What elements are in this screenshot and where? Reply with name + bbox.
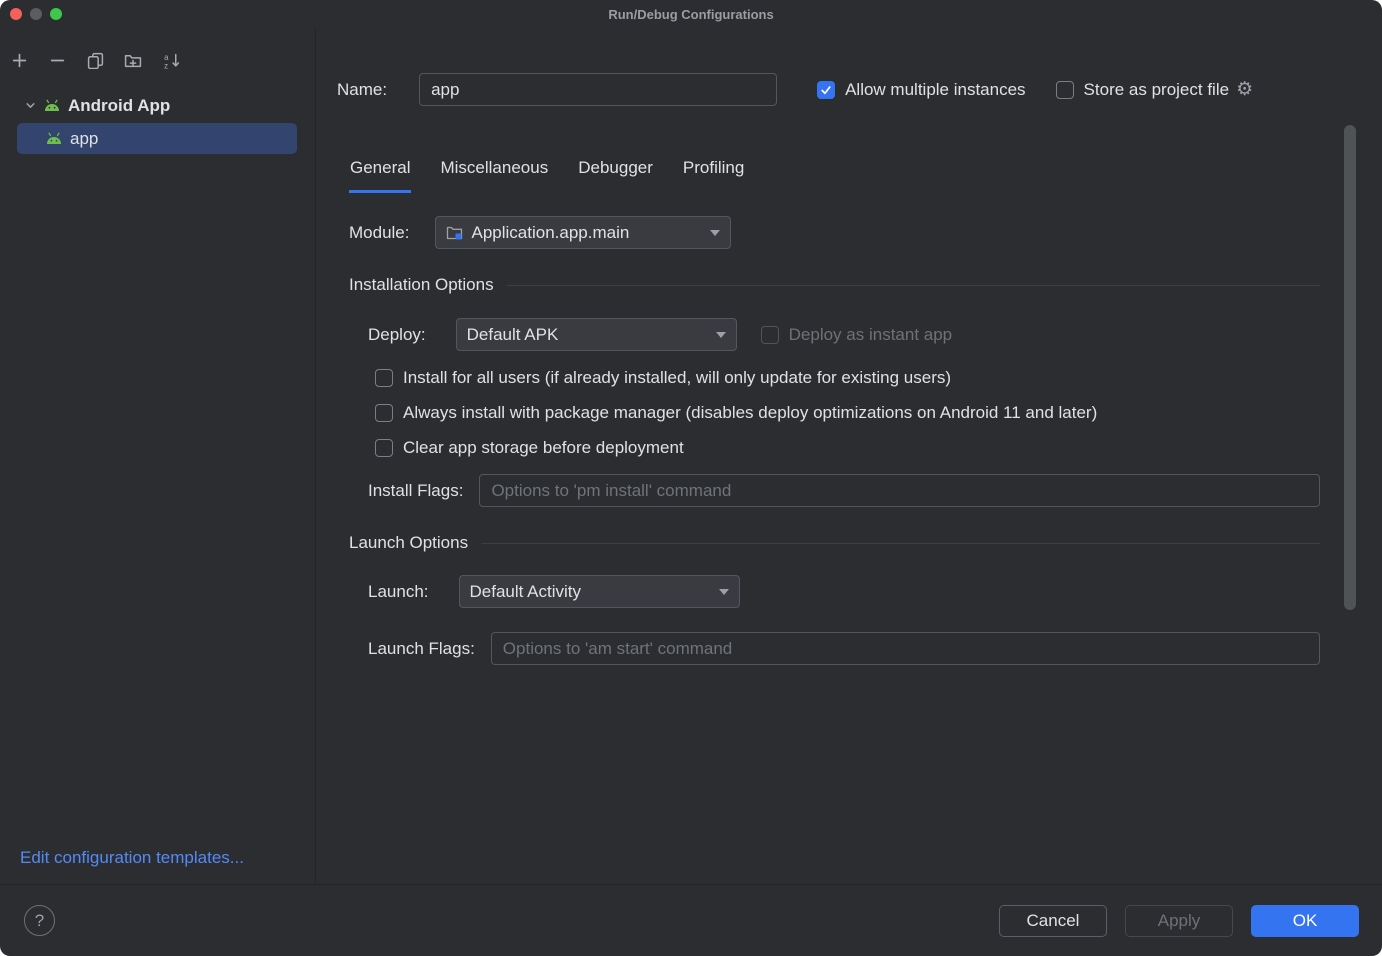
edit-configuration-templates-link[interactable]: Edit configuration templates... xyxy=(20,848,244,868)
install-flags-input[interactable] xyxy=(479,474,1320,507)
ok-button[interactable]: OK xyxy=(1251,905,1359,937)
name-label: Name: xyxy=(337,80,387,100)
android-icon xyxy=(43,99,61,112)
gear-icon[interactable]: ⚙ xyxy=(1236,80,1253,99)
tree-item-label: app xyxy=(70,129,98,149)
module-icon xyxy=(446,225,463,240)
titlebar: Run/Debug Configurations xyxy=(0,0,1382,28)
allow-multiple-instances-label: Allow multiple instances xyxy=(845,80,1025,100)
checkbox-checked-icon[interactable] xyxy=(817,81,835,99)
tree-group-android-app[interactable]: Android App xyxy=(17,90,297,121)
dropdown-arrow-icon xyxy=(710,230,720,236)
add-configuration-icon[interactable] xyxy=(7,48,31,72)
install-for-all-users-label: Install for all users (if already instal… xyxy=(403,368,951,388)
launch-row: Launch: Default Activity xyxy=(368,574,740,609)
tab-bar: General Miscellaneous Debugger Profiling xyxy=(349,149,745,193)
dropdown-arrow-icon xyxy=(716,332,726,338)
launch-options-title: Launch Options xyxy=(349,533,468,553)
launch-flags-row: Launch Flags: xyxy=(368,632,1320,665)
help-button[interactable]: ? xyxy=(24,905,55,936)
tab-profiling[interactable]: Profiling xyxy=(682,149,745,193)
chevron-down-icon[interactable] xyxy=(17,98,43,113)
install-for-all-users-checkbox[interactable]: Install for all users (if already instal… xyxy=(375,366,1097,390)
question-mark-icon: ? xyxy=(35,911,44,931)
always-install-with-package-manager-checkbox[interactable]: Always install with package manager (dis… xyxy=(375,401,1097,425)
launch-flags-input[interactable] xyxy=(491,632,1320,665)
close-window-button[interactable] xyxy=(10,8,22,20)
footer-buttons: Cancel Apply OK xyxy=(999,905,1359,937)
tab-general[interactable]: General xyxy=(349,149,411,193)
checkbox-unchecked-icon[interactable] xyxy=(1056,81,1074,99)
launch-value: Default Activity xyxy=(470,582,582,602)
new-folder-icon[interactable] xyxy=(121,48,145,72)
minimize-window-button[interactable] xyxy=(30,8,42,20)
svg-text:z: z xyxy=(164,61,168,69)
installation-options-header: Installation Options xyxy=(349,275,1320,295)
deploy-as-instant-app-checkbox: Deploy as instant app xyxy=(761,325,953,345)
deploy-as-instant-app-label: Deploy as instant app xyxy=(789,325,953,345)
launch-flags-label: Launch Flags: xyxy=(368,639,475,659)
deploy-label: Deploy: xyxy=(368,325,426,345)
apply-button[interactable]: Apply xyxy=(1125,905,1233,937)
module-label: Module: xyxy=(349,223,409,243)
store-as-project-file-checkbox[interactable]: Store as project file xyxy=(1056,80,1230,100)
tab-debugger[interactable]: Debugger xyxy=(577,149,654,193)
tree-item-app[interactable]: app xyxy=(17,123,297,154)
clear-app-storage-checkbox[interactable]: Clear app storage before deployment xyxy=(375,436,1097,460)
module-value: Application.app.main xyxy=(471,223,629,243)
clear-app-storage-label: Clear app storage before deployment xyxy=(403,438,684,458)
checkbox-unchecked-icon[interactable] xyxy=(375,369,393,387)
allow-multiple-instances-checkbox[interactable]: Allow multiple instances xyxy=(817,80,1025,100)
launch-label: Launch: xyxy=(368,582,429,602)
tab-miscellaneous[interactable]: Miscellaneous xyxy=(439,149,549,193)
deploy-select[interactable]: Default APK xyxy=(456,318,737,351)
launch-options-header: Launch Options xyxy=(349,533,1320,553)
section-divider xyxy=(481,543,1320,544)
module-select[interactable]: Application.app.main xyxy=(435,216,731,249)
window-title: Run/Debug Configurations xyxy=(0,7,1382,22)
dialog-footer: ? Cancel Apply OK xyxy=(0,884,1382,956)
name-row: Name: Allow multiple instances Store as … xyxy=(337,73,1362,106)
android-icon xyxy=(45,132,63,145)
traffic-lights xyxy=(10,8,62,20)
zoom-window-button[interactable] xyxy=(50,8,62,20)
remove-configuration-icon[interactable] xyxy=(45,48,69,72)
run-debug-configurations-dialog: Run/Debug Configurations az xyxy=(0,0,1382,956)
checkbox-unchecked-icon[interactable] xyxy=(375,404,393,422)
configurations-sidebar: az Android App app Edit configuration te… xyxy=(0,28,316,884)
section-divider xyxy=(507,285,1320,286)
scrollbar-thumb[interactable] xyxy=(1344,125,1356,610)
cancel-button[interactable]: Cancel xyxy=(999,905,1107,937)
configurations-tree: Android App app xyxy=(0,82,315,154)
always-install-with-package-manager-label: Always install with package manager (dis… xyxy=(403,403,1097,423)
install-option-checkboxes: Install for all users (if already instal… xyxy=(375,366,1097,460)
launch-select[interactable]: Default Activity xyxy=(459,575,740,608)
store-as-project-file-label: Store as project file xyxy=(1084,80,1230,100)
name-input[interactable] xyxy=(419,73,777,106)
installation-options-title: Installation Options xyxy=(349,275,494,295)
sidebar-toolbar: az xyxy=(0,28,315,82)
checkbox-disabled-icon xyxy=(761,326,779,344)
sort-alphabetically-icon[interactable]: az xyxy=(159,48,183,72)
configuration-editor: Name: Allow multiple instances Store as … xyxy=(316,28,1382,884)
module-row: Module: Application.app.main xyxy=(349,216,731,249)
copy-configuration-icon[interactable] xyxy=(83,48,107,72)
dropdown-arrow-icon xyxy=(719,589,729,595)
deploy-value: Default APK xyxy=(467,325,559,345)
tree-group-label: Android App xyxy=(68,96,170,116)
checkbox-unchecked-icon[interactable] xyxy=(375,439,393,457)
install-flags-row: Install Flags: xyxy=(368,474,1320,507)
install-flags-label: Install Flags: xyxy=(368,481,463,501)
deploy-row: Deploy: Default APK Deploy as instant ap… xyxy=(368,317,952,352)
